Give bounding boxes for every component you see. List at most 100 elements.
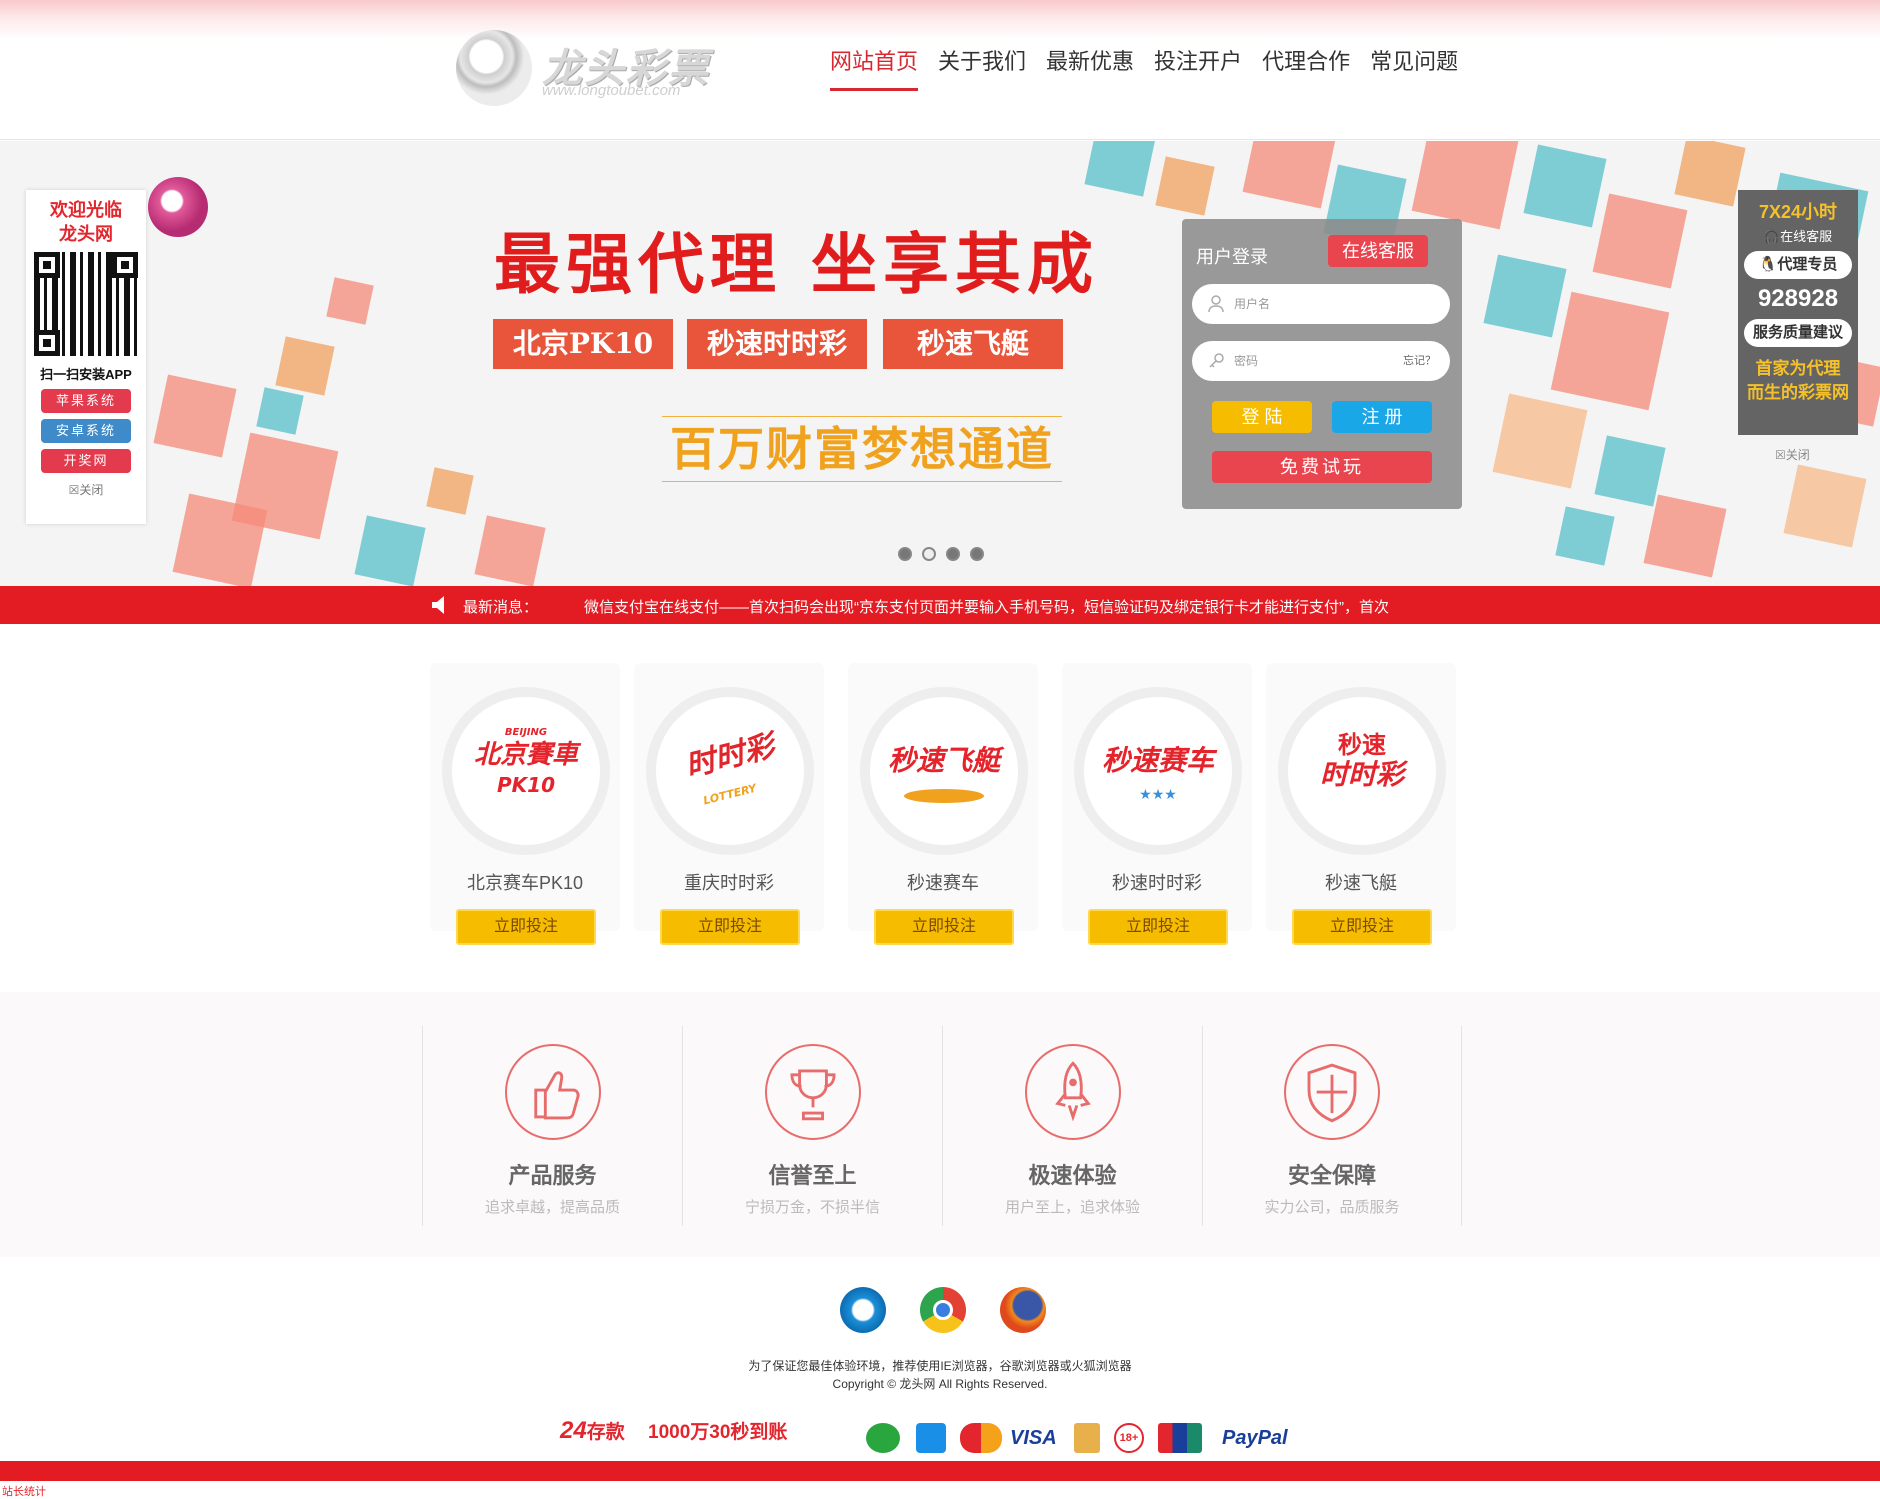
agent-first-line1: 首家为代理 xyxy=(1755,359,1841,378)
bet-now-button[interactable]: 立即投注 xyxy=(660,909,800,945)
carousel-dot[interactable] xyxy=(922,547,936,561)
app-qr-code xyxy=(34,252,138,356)
right-float-panel: 7X24小时 🎧在线客服 🐧代理专员 928928 服务质量建议 首家为代理 而… xyxy=(1738,190,1858,435)
decor-square xyxy=(172,493,268,586)
nav-promotions[interactable]: 最新优惠 xyxy=(1046,44,1134,91)
feature-subtitle: 实力公司，品质服务 xyxy=(1264,1199,1400,1216)
chrome-icon[interactable] xyxy=(920,1287,966,1333)
game-logo-main: 北京賽車 xyxy=(473,740,578,770)
left-float-close-label: 关闭 xyxy=(79,483,104,497)
decor-square xyxy=(426,467,474,515)
bet-now-button[interactable]: 立即投注 xyxy=(1088,909,1228,945)
decor-square xyxy=(474,515,546,586)
deposit-speed: 1000万30秒到账 xyxy=(648,1422,788,1443)
right-float-close[interactable]: ☒关闭 xyxy=(1775,446,1810,463)
bet-now-button[interactable]: 立即投注 xyxy=(874,909,1014,945)
agent-contact-button[interactable]: 🐧代理专员 xyxy=(1744,251,1852,279)
username-input[interactable]: 用户名 xyxy=(1192,284,1450,324)
login-panel: 用户登录 在线客服 用户名 密码 忘记？ 登 陆 注 册 免费试玩 xyxy=(1182,219,1462,509)
feature-security: 安全保障 实力公司，品质服务 xyxy=(1202,1026,1462,1226)
online-service-link[interactable]: 🎧在线客服 xyxy=(1738,226,1858,245)
right-float-close-label: 关闭 xyxy=(1785,448,1810,462)
feature-title: 极速体验 xyxy=(1028,1163,1117,1188)
feature-speed: 极速体验 用户至上，追求体验 xyxy=(942,1026,1202,1226)
service-suggestion-button[interactable]: 服务质量建议 xyxy=(1744,319,1852,347)
ie-icon[interactable] xyxy=(840,1287,886,1333)
game-logo-speed-ssc: 秒速 时时彩 xyxy=(1278,687,1446,855)
news-text[interactable]: 微信支付宝在线支付——首次扫码会出现“京东支付页面并要输入手机号码，短信验证码及… xyxy=(584,596,1464,617)
game-logo-main: 秒速赛车 xyxy=(1101,744,1214,777)
decor-square xyxy=(1155,156,1215,216)
banner-tag-pk10: 北京PK10 xyxy=(493,319,673,369)
carousel-dot[interactable] xyxy=(946,547,960,561)
nav-open-account[interactable]: 投注开户 xyxy=(1154,44,1242,91)
rocket-icon xyxy=(1024,1044,1121,1140)
nav-home[interactable]: 网站首页 xyxy=(830,44,919,91)
decor-square xyxy=(1674,141,1746,207)
decor-square xyxy=(1084,141,1156,197)
game-name: 秒速时时彩 xyxy=(1112,873,1202,893)
welcome-line2: 龙头网 xyxy=(59,224,113,244)
wechat-pay-icon xyxy=(866,1423,900,1453)
logo-url: www.longtoubet.com xyxy=(542,82,681,99)
copyright: Copyright © 龙头网 All Rights Reserved. xyxy=(832,1377,1048,1391)
banner-dream-text: 百万财富梦想通道 xyxy=(662,416,1062,482)
decor-square xyxy=(275,336,335,396)
username-placeholder: 用户名 xyxy=(1234,297,1271,311)
game-card-pk10: BEIJING 北京賽車 PK10 北京赛车PK10 立即投注 xyxy=(430,663,620,945)
features-section: 产品服务 追求卓越，提高品质 信誉至上 宁损万金，不损半信 极速体验 用户至上，… xyxy=(0,992,1880,1257)
lottery-ball-icon xyxy=(148,177,208,237)
decor-square xyxy=(354,515,426,586)
qq-icon: 🐧 xyxy=(1758,256,1778,273)
nav-faq[interactable]: 常见问题 xyxy=(1370,44,1458,91)
login-button[interactable]: 登 陆 xyxy=(1212,401,1312,433)
feature-subtitle: 宁损万金，不损半信 xyxy=(744,1199,880,1216)
scan-install-text: 扫一扫安装APP xyxy=(40,367,132,382)
boat-icon xyxy=(904,789,984,803)
thumbs-up-icon xyxy=(504,1044,601,1140)
alipay-icon xyxy=(916,1423,946,1453)
game-logo-small: BEIJING xyxy=(504,727,548,738)
game-name: 北京赛车PK10 xyxy=(466,873,584,893)
firefox-icon[interactable] xyxy=(1000,1287,1046,1333)
nav-agent[interactable]: 代理合作 xyxy=(1262,44,1350,91)
game-card-speed-racing: 秒速飞艇 秒速赛车 立即投注 xyxy=(848,663,1038,945)
key-icon xyxy=(1209,353,1224,368)
decor-square xyxy=(1411,141,1519,230)
game-logo-sub: PK10 xyxy=(497,773,555,797)
online-cs-button[interactable]: 在线客服 xyxy=(1328,235,1428,267)
forgot-password-link[interactable]: 忘记？ xyxy=(1403,341,1436,381)
decor-square xyxy=(1523,144,1607,228)
feature-product-service: 产品服务 追求卓越，提高品质 xyxy=(422,1026,682,1226)
news-ticker: 最新消息： 微信支付宝在线支付——首次扫码会出现“京东支付页面并要输入手机号码，… xyxy=(0,586,1880,624)
game-card-cqssc: 时时彩 LOTTERY 重庆时时彩 立即投注 xyxy=(634,663,824,945)
stars-icon: ★★★ xyxy=(1139,787,1177,803)
main-nav: 网站首页 关于我们 最新优惠 投注开户 代理合作 常见问题 xyxy=(830,44,1478,91)
close-icon: ☒ xyxy=(68,483,80,497)
game-logo-main: 秒速飞艇 xyxy=(887,744,1000,777)
visa-icon: VISA xyxy=(1010,1427,1057,1449)
free-trial-button[interactable]: 免费试玩 xyxy=(1212,451,1432,483)
carousel-dot[interactable] xyxy=(898,547,912,561)
bet-now-button[interactable]: 立即投注 xyxy=(1292,909,1432,945)
left-float-close[interactable]: ☒关闭 xyxy=(26,481,146,498)
site-logo[interactable]: 龙头彩票 www.longtoubet.com xyxy=(456,30,716,110)
android-download-button[interactable]: 安卓系统 xyxy=(41,419,131,443)
apple-download-button[interactable]: 苹果系统 xyxy=(41,389,131,413)
nav-about[interactable]: 关于我们 xyxy=(938,44,1026,91)
game-name: 重庆时时彩 xyxy=(684,873,774,893)
hero-banner: 最强代理 坐享其成 北京PK10 秒速时时彩 秒速飞艇 百万财富梦想通道 xyxy=(0,141,1880,586)
lottery-results-button[interactable]: 开奖网 xyxy=(41,449,131,473)
decor-square xyxy=(1783,464,1867,548)
carousel-dot[interactable] xyxy=(970,547,984,561)
game-logo-speed-racing: 秒速赛车 ★★★ xyxy=(1074,687,1242,855)
agent-first-line2: 而生的彩票网 xyxy=(1747,383,1849,402)
password-input[interactable]: 密码 忘记？ xyxy=(1192,341,1450,381)
register-button[interactable]: 注 册 xyxy=(1332,401,1432,433)
news-label: 最新消息： xyxy=(463,599,539,616)
bet-now-button[interactable]: 立即投注 xyxy=(456,909,596,945)
left-float-panel: 欢迎光临 龙头网 扫一扫安装APP 苹果系统 安卓系统 开奖网 ☒关闭 xyxy=(26,190,146,524)
online-service-label: 在线客服 xyxy=(1780,229,1833,244)
decor-square xyxy=(1242,141,1338,209)
user-icon xyxy=(1208,295,1224,313)
